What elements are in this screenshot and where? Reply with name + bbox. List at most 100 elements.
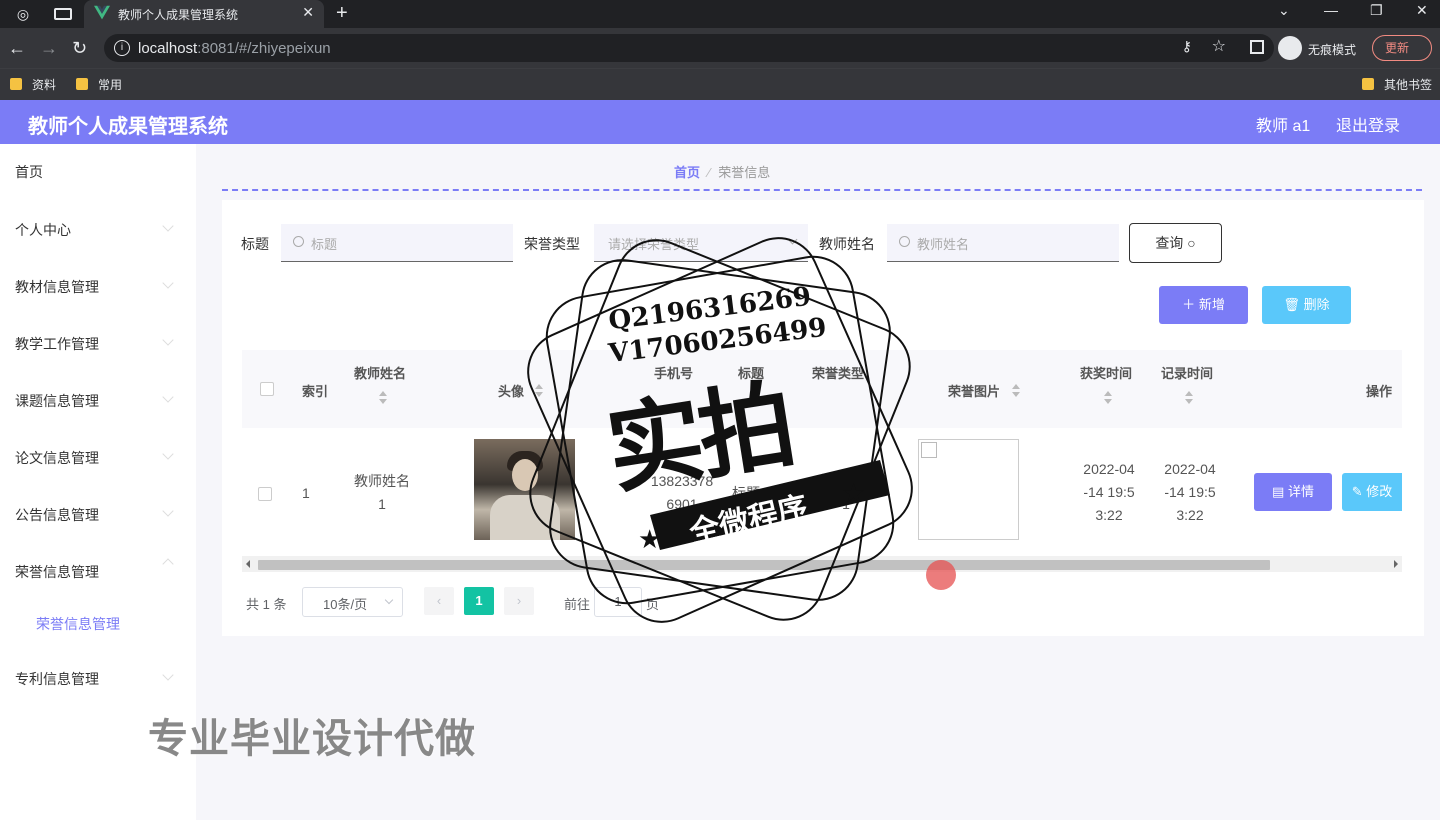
cell-record-time-line: 2022-04 xyxy=(1164,461,1216,477)
chevron-down-icon xyxy=(162,334,174,346)
page-size-select[interactable]: 10条/页 xyxy=(302,587,403,617)
browser-toolbar: ← → ↻ i localhost:8081/#/zhiyepeixun ⚷ ☆… xyxy=(0,28,1440,68)
chevron-down-icon xyxy=(162,505,174,517)
mouse-cursor-icon xyxy=(926,560,956,590)
watermark-stamp: ★ ★ Q2196316269 V17060256499 实拍 全微程序 xyxy=(520,230,920,630)
reload-icon[interactable]: ↻ xyxy=(72,38,87,59)
sidebar-item-project[interactable]: 课题信息管理 xyxy=(15,391,99,411)
breadcrumb-current: 荣誉信息 xyxy=(718,165,771,180)
bookmark-folder[interactable]: 常用 xyxy=(76,76,122,93)
side-panel-icon[interactable] xyxy=(1250,40,1264,54)
detail-button[interactable]: ▤ 详情 xyxy=(1254,473,1332,511)
address-bar[interactable]: i localhost:8081/#/zhiyepeixun ⚷ ☆ xyxy=(104,34,1274,62)
trash-icon: 🗑 xyxy=(1283,297,1300,312)
forward-icon[interactable]: → xyxy=(40,38,58,59)
scroll-left-icon[interactable] xyxy=(246,560,250,568)
row-checkbox[interactable] xyxy=(258,487,272,501)
bookmark-label: 资料 xyxy=(32,78,57,92)
chevron-up-icon xyxy=(162,558,174,570)
bookmark-star-icon[interactable]: ☆ xyxy=(1212,36,1226,56)
detail-button-label: 详情 xyxy=(1287,484,1314,499)
header-index: 索引 xyxy=(302,384,329,399)
key-icon[interactable]: ⚷ xyxy=(1182,38,1192,55)
header-honor-image[interactable]: 荣誉图片 xyxy=(948,381,1000,400)
close-window-icon[interactable]: ✕ xyxy=(1416,2,1428,19)
sort-asc-icon[interactable] xyxy=(1104,391,1112,396)
sort-desc-icon[interactable] xyxy=(1185,399,1193,404)
title-label: 标题 xyxy=(241,236,269,252)
teacher-name-search-input[interactable]: 教师姓名 xyxy=(887,224,1119,262)
sort-desc-icon[interactable] xyxy=(379,399,387,404)
add-button-label: 新增 xyxy=(1198,297,1225,312)
logout-link[interactable]: 退出登录 xyxy=(1336,112,1400,136)
sort-asc-icon[interactable] xyxy=(379,391,387,396)
browser-tab[interactable]: 教师个人成果管理系统 ✕ xyxy=(84,0,324,28)
watermark-bottom-text: 专业毕业设计代做 xyxy=(148,717,476,761)
breadcrumb-home[interactable]: 首页 xyxy=(674,165,700,180)
tab-search-icon[interactable] xyxy=(54,8,72,20)
sidebar-subitem-honor[interactable]: 荣誉信息管理 xyxy=(36,614,120,634)
edit-button-label: 修改 xyxy=(1366,484,1393,499)
query-button[interactable]: 查询 ○ xyxy=(1129,223,1222,263)
minimize-icon[interactable]: — xyxy=(1324,2,1338,18)
select-all-checkbox[interactable] xyxy=(260,382,274,396)
chevron-down-icon xyxy=(162,220,174,232)
header-award-time[interactable]: 获奖时间 xyxy=(1080,363,1132,382)
url-path: :8081/#/zhiyepeixun xyxy=(197,40,331,57)
page-number-current[interactable]: 1 xyxy=(464,587,494,615)
new-tab-icon[interactable]: + xyxy=(336,2,348,25)
scroll-right-icon[interactable] xyxy=(1394,560,1398,568)
header-teacher-name[interactable]: 教师姓名 xyxy=(354,363,406,382)
incognito-label: 无痕模式 xyxy=(1308,43,1357,57)
sidebar-item-honor[interactable]: 荣誉信息管理 xyxy=(15,562,99,582)
restore-icon[interactable]: ❐ xyxy=(1370,2,1383,19)
honor-image-broken xyxy=(918,439,1019,540)
sidebar-item-patent[interactable]: 专利信息管理 xyxy=(15,669,99,689)
sort-desc-icon[interactable] xyxy=(1104,399,1112,404)
sidebar-item-textbook[interactable]: 教材信息管理 xyxy=(15,277,99,297)
sidebar-item-home[interactable]: 首页 xyxy=(15,162,43,182)
other-bookmarks-label: 其他书签 xyxy=(1384,78,1433,92)
url-host: localhost xyxy=(138,40,198,57)
sort-asc-icon[interactable] xyxy=(1012,384,1020,389)
cell-award-time: 2022-04 -14 19:5 3:22 xyxy=(1080,458,1138,527)
other-bookmarks[interactable]: 其他书签 xyxy=(1362,76,1432,93)
cell-record-time-line: 3:22 xyxy=(1176,507,1204,523)
site-info-icon[interactable]: i xyxy=(114,40,130,56)
sidebar-item-personal-center[interactable]: 个人中心 xyxy=(15,220,71,240)
cell-index: 1 xyxy=(302,485,310,501)
folder-icon xyxy=(10,78,22,90)
vue-logo-icon xyxy=(94,5,110,20)
tab-list-chevron-icon[interactable]: ⌄ xyxy=(1278,2,1290,19)
prev-page-button[interactable]: ‹ xyxy=(424,587,454,615)
app-header: 教师个人成果管理系统 教师 a1 退出登录 xyxy=(0,100,1440,144)
title-placeholder: 标题 xyxy=(311,237,338,252)
back-icon[interactable]: ← xyxy=(8,38,26,59)
breadcrumb: 首页 ⁄ 荣誉信息 xyxy=(674,162,770,181)
globe-icon[interactable]: ◎ xyxy=(14,5,32,23)
sidebar-item-paper[interactable]: 论文信息管理 xyxy=(15,448,99,468)
cell-award-time-line: -14 19:5 xyxy=(1083,484,1135,500)
broken-image-icon xyxy=(921,442,937,458)
close-tab-icon[interactable]: ✕ xyxy=(302,4,314,21)
add-button[interactable]: ＋ 新增 xyxy=(1159,286,1248,324)
sidebar-item-notice[interactable]: 公告信息管理 xyxy=(15,505,99,525)
chevron-down-icon xyxy=(162,277,174,289)
update-button[interactable]: 更新 xyxy=(1372,35,1432,61)
sort-asc-icon[interactable] xyxy=(1185,391,1193,396)
sort-desc-icon[interactable] xyxy=(1012,392,1020,397)
sidebar-item-teaching[interactable]: 教学工作管理 xyxy=(15,334,99,354)
browser-tab-bar: ◎ 教师个人成果管理系统 ✕ + ⌄ — ❐ ✕ xyxy=(0,0,1440,28)
header-record-time[interactable]: 记录时间 xyxy=(1161,363,1213,382)
bookmark-folder[interactable]: 资料 xyxy=(10,76,56,93)
edit-button[interactable]: ✎ 修改 xyxy=(1342,473,1402,511)
title-search-input[interactable]: 标题 xyxy=(281,224,513,262)
folder-icon xyxy=(1362,78,1374,90)
breadcrumb-separator-icon: ⁄ xyxy=(708,165,711,180)
bookmark-label: 常用 xyxy=(98,78,123,92)
cell-record-time: 2022-04 -14 19:5 3:22 xyxy=(1161,458,1219,527)
tab-title: 教师个人成果管理系统 xyxy=(118,8,239,22)
delete-button[interactable]: 🗑 删除 xyxy=(1262,286,1351,324)
bookmarks-bar: 资料 常用 其他书签 xyxy=(0,68,1440,100)
chevron-down-icon xyxy=(162,391,174,403)
